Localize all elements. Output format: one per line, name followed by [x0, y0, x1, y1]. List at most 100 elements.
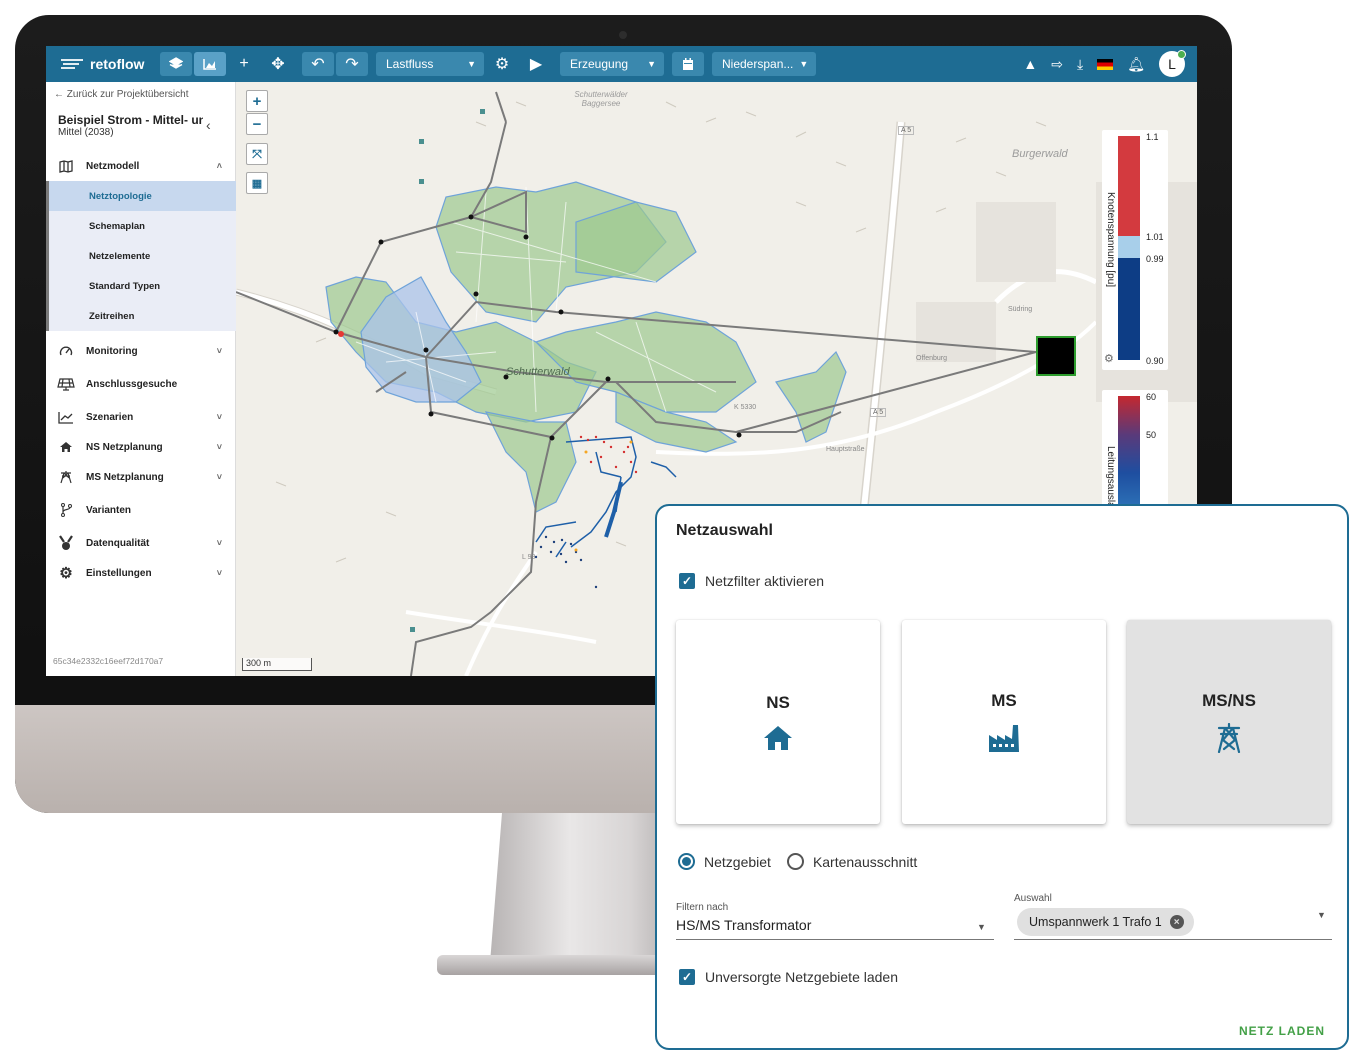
flag-de-icon[interactable]: [1097, 58, 1114, 70]
camera-dot: [619, 31, 627, 39]
caret-down-icon: ▼: [647, 59, 656, 69]
undo-icon: ↶: [311, 56, 325, 73]
card-ms-ns[interactable]: MS/NS: [1127, 620, 1331, 824]
play-icon: ▶: [529, 56, 543, 73]
voltage-level-select[interactable]: Niederspan... ▼: [712, 52, 816, 76]
warning-icon[interactable]: ▲: [1023, 56, 1037, 72]
zoom-in-button[interactable]: +: [246, 90, 268, 112]
map-label-suedring: Südring: [1008, 306, 1033, 313]
legend-settings-icon[interactable]: ⚙: [1104, 352, 1114, 365]
nav-einstellungen[interactable]: ⚙ Einstellungen ˅: [46, 558, 236, 588]
radio-kartenausschnitt[interactable]: [786, 853, 804, 870]
legend-band-low: [1118, 258, 1140, 360]
nav-varianten[interactable]: Varianten: [46, 495, 236, 525]
nav-ms-netzplanung[interactable]: MS Netzplanung ˅: [46, 462, 236, 492]
branch-icon: [46, 503, 86, 517]
select-area-button[interactable]: ▦: [246, 172, 268, 194]
chevron-down-icon: ˅: [216, 442, 222, 452]
plus-icon: +: [252, 92, 262, 110]
nav-label: Monitoring: [86, 345, 138, 357]
subnav-zeitreihen[interactable]: Zeitreihen: [46, 301, 236, 331]
download-icon[interactable]: ⤓: [1077, 56, 1083, 73]
load-unsupplied-checkbox[interactable]: ✓ Unversorgte Netzgebiete laden: [679, 969, 898, 985]
card-ms[interactable]: MS: [902, 620, 1106, 824]
pylon-icon: [1217, 723, 1241, 753]
legend-tick: 1.01: [1146, 232, 1164, 242]
sidebar: ← Zurück zur Projektübersicht Beispiel S…: [46, 82, 236, 676]
bell-icon[interactable]: 🔔︎: [1127, 56, 1145, 73]
run-button[interactable]: ▶: [520, 52, 552, 76]
collapse-sidebar-button[interactable]: ‹: [206, 117, 211, 133]
checkbox-checked-icon[interactable]: ✓: [679, 573, 695, 589]
subnav-netzelemente[interactable]: Netzelemente: [46, 241, 236, 271]
calendar-button[interactable]: [672, 52, 704, 76]
brand-name: retoflow: [90, 56, 145, 72]
card-ns[interactable]: NS: [676, 620, 880, 824]
solar-panel-icon: [46, 377, 86, 391]
nav-monitoring[interactable]: Monitoring ˅: [46, 336, 236, 366]
checkbox-checked-icon[interactable]: ✓: [679, 969, 695, 985]
radio-label: Netzgebiet: [704, 853, 771, 870]
filter-select-value[interactable]: HS/MS Transformator: [676, 917, 811, 933]
filter-select-underline: [676, 939, 994, 940]
back-to-projects-link[interactable]: ← Zurück zur Projektübersicht: [54, 89, 189, 100]
map-label-village: Schutterwald: [506, 366, 570, 378]
generation-select[interactable]: Erzeugung ▼: [560, 52, 664, 76]
radio-netzgebiet[interactable]: [678, 853, 695, 870]
filter-label: Filtern nach: [676, 902, 729, 913]
subnav-netztopologie[interactable]: Netztopologie: [46, 181, 236, 211]
checkbox-label: Netzfilter aktivieren: [705, 573, 825, 589]
chevron-down-icon: ˅: [216, 538, 222, 548]
undo-button[interactable]: ↶: [302, 52, 334, 76]
layers-button[interactable]: [160, 52, 192, 76]
settings-button[interactable]: ⚙: [486, 52, 518, 76]
export-icon[interactable]: ⇨: [1051, 56, 1063, 73]
nav-label: MS Netzplanung: [86, 471, 164, 483]
top-toolbar: retoflow + ✥ ↶ ↷ Lastfluss ▼ ⚙ ▶ Erzeugu…: [46, 46, 1197, 82]
enable-filter-checkbox[interactable]: ✓ Netzfilter aktivieren: [679, 573, 824, 589]
checkbox-label: Unversorgte Netzgebiete laden: [705, 969, 899, 985]
gear-icon: ⚙: [494, 56, 510, 73]
mode-select-value: Lastfluss: [386, 57, 434, 71]
caret-down-icon[interactable]: ▼: [1317, 910, 1326, 920]
legend-band-high: [1118, 136, 1140, 236]
product-mockup: retoflow + ✥ ↶ ↷ Lastfluss ▼ ⚙ ▶ Erzeugu…: [0, 0, 1350, 1050]
move-button[interactable]: ✥: [262, 52, 294, 76]
nav-label: Netzmodell: [86, 160, 140, 172]
map-label-hauptstrasse: Hauptstraße: [826, 446, 865, 453]
subnav-schemaplan[interactable]: Schemaplan: [46, 211, 236, 241]
subnav-standard-typen[interactable]: Standard Typen: [46, 271, 236, 301]
user-avatar[interactable]: L: [1159, 50, 1186, 77]
nav-label: Anschlussgesuche: [86, 378, 178, 390]
loading-legend: 60 50 Leitungsauslastung: [1102, 390, 1168, 532]
nav-netzmodell[interactable]: Netzmodell ˄: [46, 151, 236, 181]
build-hash: 65c34e2332c16eef72d170a7: [53, 656, 164, 666]
selection-chip[interactable]: Umspannwerk 1 Trafo 1 ×: [1017, 908, 1194, 936]
gauge-icon: [46, 345, 86, 357]
redo-button[interactable]: ↷: [336, 52, 368, 76]
map-label-l99: L 99: [522, 554, 536, 561]
nav-ns-netzplanung[interactable]: NS Netzplanung ˅: [46, 432, 236, 462]
nav-szenarien[interactable]: Szenarien ˅: [46, 402, 236, 432]
chart-line-icon: [46, 411, 86, 424]
voltage-legend: 1.1 1.01 0.99 0.90 Knotenspannung [pu] ⚙: [1102, 130, 1168, 370]
map-label-a5-south: A 5: [870, 408, 887, 417]
voltage-level-value: Niederspan...: [722, 57, 794, 71]
fit-bounds-button[interactable]: ⤧: [246, 143, 268, 165]
factory-icon: [989, 725, 1019, 752]
caret-down-icon[interactable]: ▼: [977, 922, 986, 932]
collapse-arrows-icon: ⤧: [252, 146, 262, 161]
add-button[interactable]: +: [228, 52, 260, 76]
mode-select[interactable]: Lastfluss ▼: [376, 52, 484, 76]
brand-logo[interactable]: retoflow: [60, 56, 158, 72]
selection-select-underline: [1014, 939, 1332, 940]
map-icon: [46, 159, 86, 173]
legend-tick: 60: [1146, 392, 1157, 402]
close-icon[interactable]: ×: [1169, 915, 1184, 929]
load-grid-button[interactable]: NETZ LADEN: [1239, 1024, 1325, 1038]
nav-datenqualitaet[interactable]: Datenqualität ˅: [46, 528, 236, 558]
nav-anschlussgesuche[interactable]: Anschlussgesuche: [46, 369, 236, 399]
zoom-out-button[interactable]: −: [246, 113, 268, 135]
chevron-down-icon: ˅: [216, 472, 222, 482]
chart-area-button[interactable]: [194, 52, 226, 76]
